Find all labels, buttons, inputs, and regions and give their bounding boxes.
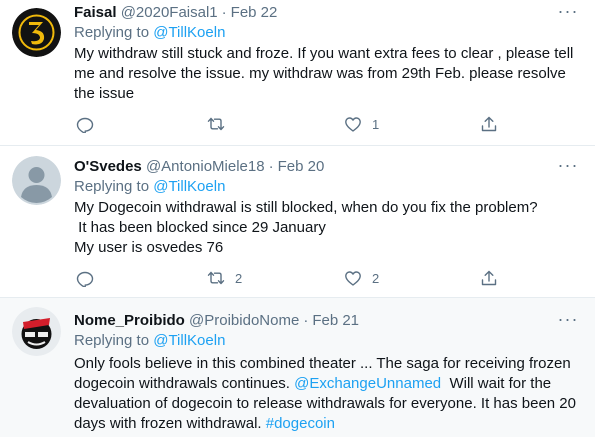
tweet-text: My withdraw still stuck and froze. If yo… xyxy=(74,44,574,104)
retweet-button[interactable]: 2 xyxy=(207,268,242,288)
tweet[interactable]: Faisal @2020Faisal1 · Feb 22 ··· Replying … xyxy=(0,0,595,146)
reply-button[interactable] xyxy=(76,268,104,288)
replying-to-mention[interactable]: @TillKoeln xyxy=(153,178,225,195)
retweet-button[interactable] xyxy=(207,114,235,134)
tweet-text-segment: Will wait for the xyxy=(441,375,552,392)
tweet-text-line: dogecoin withdrawals continues. @Exchang… xyxy=(74,374,574,394)
more-icon[interactable]: ··· xyxy=(557,310,579,332)
retweet-icon xyxy=(207,117,225,131)
separator-dot: · xyxy=(303,312,309,329)
share-button[interactable] xyxy=(480,114,498,134)
display-name[interactable]: Nome_Proibido xyxy=(74,312,185,329)
tweet-header: Nome_Proibido @ProibidoNome · Feb 21 xyxy=(74,311,359,331)
hashtag-link[interactable]: #dogecoin xyxy=(266,415,335,432)
replying-to: Replying to @TillKoeln xyxy=(74,177,225,197)
like-icon xyxy=(345,271,361,286)
tweet-text-line: My Dogecoin withdrawal is still blocked,… xyxy=(74,199,538,216)
user-handle[interactable]: @2020Faisal1 xyxy=(121,4,218,21)
tweet-date[interactable]: Feb 22 xyxy=(231,4,278,21)
share-icon xyxy=(481,116,497,132)
like-count: 1 xyxy=(372,116,380,132)
user-handle[interactable]: @AntonioMiele18 xyxy=(146,158,265,175)
replying-to: Replying to @TillKoeln xyxy=(74,23,225,43)
tweet-text-segment: days with frozen withdrawal. xyxy=(74,415,266,432)
tweet-text-line: My user is osvedes 76 xyxy=(74,239,224,256)
avatar[interactable] xyxy=(12,156,61,205)
reply-icon xyxy=(76,117,94,133)
tweet-text-line: the issue xyxy=(74,85,135,102)
replying-to-prefix: Replying to xyxy=(74,178,154,195)
replying-to: Replying to @TillKoeln xyxy=(74,331,225,351)
tweet-header: O'Svedes @AntonioMiele18 · Feb 20 xyxy=(74,157,324,177)
like-button[interactable]: 1 xyxy=(344,114,379,134)
tweet-text-line: me and resolve the issue. my withdraw wa… xyxy=(74,65,566,82)
reply-icon xyxy=(76,271,94,287)
tweet-header: Faisal @2020Faisal1 · Feb 22 xyxy=(74,3,277,23)
display-name[interactable]: O'Svedes xyxy=(74,158,142,175)
tweet-actions: 1 xyxy=(74,114,514,134)
retweet-count: 2 xyxy=(235,270,243,286)
avatar[interactable] xyxy=(12,307,61,356)
avatar[interactable] xyxy=(12,8,61,57)
tweet[interactable]: Nome_Proibido @ProibidoNome · Feb 21 ··· R… xyxy=(0,298,595,437)
replying-to-prefix: Replying to xyxy=(74,24,154,41)
tweet-text-line: Only fools believe in this combined thea… xyxy=(74,355,571,372)
tweet-text-line: devaluation of dogecoin to release withd… xyxy=(74,395,576,412)
user-handle[interactable]: @ProibidoNome xyxy=(189,312,299,329)
like-count: 2 xyxy=(372,270,380,286)
tweet-date[interactable]: Feb 20 xyxy=(278,158,325,175)
mention-link[interactable]: @ExchangeUnnamed xyxy=(294,375,441,392)
tweet-date[interactable]: Feb 21 xyxy=(312,312,359,329)
share-icon xyxy=(481,270,497,286)
separator-dot: · xyxy=(268,158,274,175)
tweet-text-segment: dogecoin withdrawals continues. xyxy=(74,375,295,392)
tweet-text-line: It has been blocked since 29 January xyxy=(74,219,326,236)
reply-button[interactable] xyxy=(76,114,104,134)
tweet-text: My Dogecoin withdrawal is still blocked,… xyxy=(74,198,574,258)
display-name[interactable]: Faisal xyxy=(74,4,117,21)
separator-dot: · xyxy=(221,4,227,21)
tweet-actions: 2 2 xyxy=(74,268,514,288)
like-button[interactable]: 2 xyxy=(344,268,379,288)
replying-to-prefix: Replying to xyxy=(74,332,154,349)
tweet-text-line: days with frozen withdrawal. #dogecoin xyxy=(74,414,574,434)
tweet-text: Only fools believe in this combined thea… xyxy=(74,354,576,434)
replying-to-mention[interactable]: @TillKoeln xyxy=(153,332,225,349)
more-icon[interactable]: ··· xyxy=(557,156,579,178)
replying-to-mention[interactable]: @TillKoeln xyxy=(153,24,225,41)
like-icon xyxy=(345,117,361,132)
share-button[interactable] xyxy=(480,268,498,288)
tweet-text-line: My withdraw still stuck and froze. If yo… xyxy=(74,45,574,62)
retweet-icon xyxy=(207,271,225,285)
more-icon[interactable]: ··· xyxy=(557,2,579,24)
tweet[interactable]: O'Svedes @AntonioMiele18 · Feb 20 ··· Repl… xyxy=(0,146,595,298)
